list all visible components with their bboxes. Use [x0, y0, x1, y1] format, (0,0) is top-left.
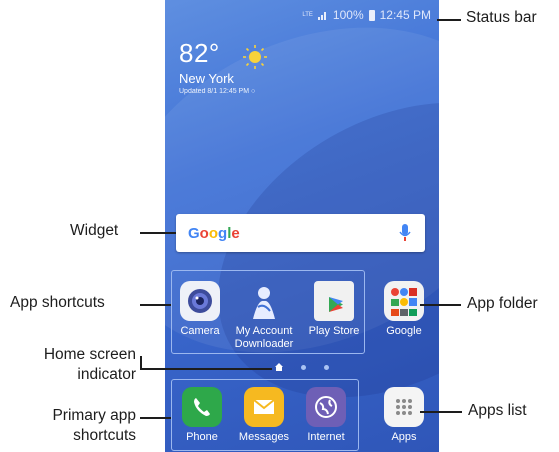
refresh-icon[interactable]: ○ [251, 88, 255, 95]
apps-grid-icon [384, 387, 424, 427]
my-account-downloader-icon [244, 281, 284, 321]
dock-messages[interactable]: Messages [231, 387, 297, 444]
play-store-icon [314, 281, 354, 321]
callout-app-shortcuts: App shortcuts [10, 294, 105, 311]
weather-city: New York [179, 71, 234, 86]
callout-widget: Widget [70, 222, 119, 239]
weather-widget[interactable]: 82° New York Updated 8/1 12:45 PM ○ [179, 38, 267, 95]
callout-line [140, 417, 171, 419]
status-time: 12:45 PM [379, 8, 431, 22]
dock-apps[interactable]: Apps [371, 387, 437, 444]
callout-line [420, 304, 461, 306]
callout-apps-list: Apps list [468, 402, 527, 419]
callout-status-bar: Status bar [466, 9, 537, 26]
callout-line [420, 411, 462, 413]
messages-icon [244, 387, 284, 427]
google-logo: Google [188, 225, 240, 242]
phone-icon [182, 387, 222, 427]
callout-app-folder: App folder [467, 295, 538, 312]
callout-home-screen-indicator: Home screen indicator [43, 346, 136, 383]
signal-icon [317, 12, 326, 20]
callout-primary-app-shortcuts: Primary app shortcuts [52, 407, 136, 444]
app-label: Messages [238, 431, 290, 443]
app-label: Internet [307, 431, 345, 443]
status-bar: LTE 100% 12:45 PM [302, 8, 431, 22]
lte-indicator: LTE [302, 12, 313, 18]
battery-icon [368, 9, 375, 21]
home-icon [275, 363, 283, 371]
page-dot[interactable] [301, 364, 306, 370]
app-label: My Account Downloader [234, 325, 294, 350]
home-screen-indicator[interactable] [165, 363, 439, 371]
internet-icon [306, 387, 346, 427]
sun-icon [243, 45, 267, 69]
dock-internet[interactable]: Internet [293, 387, 359, 444]
camera-icon [180, 281, 220, 321]
app-label: Apps [391, 431, 417, 443]
weather-updated: Updated 8/1 12:45 PM ○ [179, 88, 256, 95]
callout-line [437, 19, 461, 21]
callout-line [140, 304, 171, 306]
app-label: Camera [180, 325, 220, 337]
dock-phone[interactable]: Phone [169, 387, 235, 444]
phone-screen: LTE 100% 12:45 PM 82° New York Updated 8… [165, 0, 439, 452]
app-my-account-downloader[interactable]: My Account Downloader [229, 281, 299, 351]
app-play-store[interactable]: Play Store [301, 281, 367, 338]
mic-icon[interactable] [399, 223, 411, 243]
callout-line [140, 232, 176, 234]
page-dot[interactable] [324, 364, 329, 370]
app-camera[interactable]: Camera [167, 281, 233, 338]
app-label: Play Store [308, 325, 360, 337]
callout-line [140, 368, 272, 370]
google-folder-icon [384, 281, 424, 321]
battery-percent: 100% [332, 8, 364, 22]
app-google-folder[interactable]: Google [371, 281, 437, 338]
app-label: Phone [186, 431, 218, 443]
google-search-widget[interactable]: Google [176, 214, 425, 252]
app-label: Google [386, 325, 422, 337]
